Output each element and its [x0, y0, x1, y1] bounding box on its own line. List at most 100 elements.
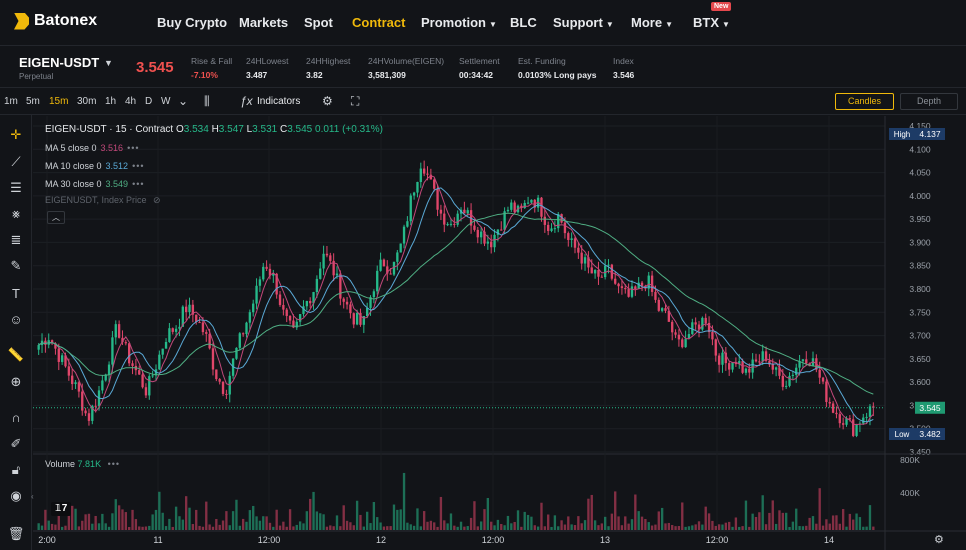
volume-bar [610, 513, 614, 530]
indicators-icon[interactable]: ƒx [240, 94, 253, 108]
emoji-icon[interactable]: ☺ [7, 311, 25, 329]
nav-item-blc[interactable]: BLC [510, 15, 537, 30]
last-price: 3.545 [136, 59, 174, 76]
text-icon[interactable]: T [7, 285, 25, 303]
fullscreen-icon[interactable]: ⛶ [351, 94, 359, 109]
chevron-down-icon[interactable]: ▼ [104, 58, 113, 68]
candle-body [630, 286, 634, 297]
volume-bar [419, 526, 422, 530]
stat-2: 24HHighest 3.82 [306, 56, 350, 80]
nav-item-contract[interactable]: Contract [352, 15, 405, 30]
brand-mark-icon [14, 12, 29, 30]
candle-type-icon[interactable]: ⫼ [204, 94, 210, 109]
fib-icon[interactable]: ≣ [7, 231, 25, 249]
candle-body [660, 308, 664, 311]
candle-body [443, 213, 446, 225]
low-badge-value: 3.482 [919, 429, 941, 439]
ma-legend-1[interactable]: MA 10 close 0 3.512 ••• [45, 161, 145, 171]
timeframe-15m[interactable]: 15m [49, 96, 68, 107]
volume-bar [741, 526, 744, 530]
timeframe-W[interactable]: W [161, 96, 170, 107]
gear-icon[interactable]: ⚙ [322, 94, 333, 108]
close-value: C3.545 [279, 124, 313, 135]
price-chart[interactable]: 4.150 4.100 4.050 4.000 3.950 3.900 3.850 3.800… [33, 116, 966, 550]
brush-icon[interactable]: ✎ [7, 257, 25, 275]
eye-off-icon[interactable]: ⊘ [153, 195, 161, 205]
candle-body [510, 202, 513, 210]
volume-bar [845, 526, 848, 530]
volume-bar [255, 516, 258, 530]
volume-bar [379, 522, 382, 530]
crosshair-icon[interactable]: ✛ [7, 126, 25, 144]
volume-bar [87, 513, 91, 530]
candle-body [835, 412, 838, 415]
volume-bar [376, 517, 379, 530]
nav-item-buy-crypto[interactable]: Buy Crypto [157, 15, 227, 30]
volume-bar [225, 511, 228, 530]
stat-value: -7.10% [191, 70, 218, 80]
volume-bar [81, 520, 84, 530]
candles-button[interactable]: Candles [835, 93, 894, 110]
nav-item-spot[interactable]: Spot [304, 15, 333, 30]
lock-icon[interactable]: 🔓︎ [7, 461, 25, 479]
volume-bar [295, 524, 298, 530]
volume-bar [278, 525, 282, 530]
brand-logo[interactable]: Batonex [14, 12, 97, 30]
indicators-button[interactable]: Indicators [257, 96, 300, 107]
current-price-badge-value: 3.545 [919, 403, 941, 413]
volume-bar [161, 512, 164, 530]
volume-bar [389, 526, 392, 530]
volume-bar [305, 511, 309, 530]
ma-legend-0[interactable]: MA 5 close 0 3.516 ••• [45, 143, 140, 153]
timeframe-4h[interactable]: 4h [125, 96, 136, 107]
timeframe-1m[interactable]: 1m [4, 96, 18, 107]
candle-body [372, 291, 376, 298]
volume-bar [647, 522, 650, 530]
timeframe-30m[interactable]: 30m [77, 96, 96, 107]
volume-bar [744, 500, 748, 530]
candle-body [164, 342, 168, 349]
candle-body [657, 299, 660, 311]
nav-item-support[interactable]: Support ▼ [553, 15, 614, 30]
candle-body [282, 304, 285, 310]
nav-item-more[interactable]: More ▼ [631, 15, 673, 30]
horizontal-lines-icon[interactable]: ☰ [7, 179, 25, 197]
volume-bar [463, 526, 466, 530]
nav-item-markets[interactable]: Markets [239, 15, 288, 30]
collapse-legend-button[interactable]: ︿ [47, 211, 65, 224]
volume-tick-label: 400K [900, 488, 920, 498]
volume-bar [184, 496, 188, 530]
depth-button[interactable]: Depth [900, 93, 958, 110]
candle-body [71, 375, 74, 385]
magnet-icon[interactable]: ∩ [7, 409, 25, 427]
volume-bar [714, 525, 717, 530]
ruler-icon[interactable]: 📏 [7, 346, 25, 364]
volume-bar [268, 522, 272, 530]
high-badge-value: 4.137 [919, 129, 941, 139]
ma-legend-2[interactable]: MA 30 close 0 3.549 ••• [45, 179, 145, 189]
symbol-name[interactable]: EIGEN-USDT [19, 55, 99, 70]
nav-item-btx[interactable]: BTX ▼ [693, 15, 730, 30]
volume-bar [788, 526, 791, 530]
candle-body [717, 355, 721, 365]
volume-bar [600, 523, 603, 530]
volume-bar [409, 524, 412, 530]
chart-canvas[interactable]: 4.1504.1004.0504.0003.9503.9003.8503.800… [33, 116, 966, 550]
volume-bar [734, 517, 738, 530]
lock-drawing-icon[interactable]: ✐ [7, 435, 25, 453]
timeframe-1h[interactable]: 1h [105, 96, 116, 107]
stat-value: 3.546 [613, 70, 635, 80]
chart-settings-icon[interactable]: ⚙ [934, 533, 944, 546]
trash-icon[interactable]: 🗑︎ [7, 525, 25, 543]
volume-bar [154, 509, 158, 530]
trend-line-icon[interactable]: ⟋ [7, 153, 25, 171]
eye-icon[interactable]: ◉ [7, 487, 25, 505]
zoom-in-icon[interactable]: ⊕ [7, 373, 25, 391]
chevron-down-icon[interactable]: ⌄ [178, 94, 188, 108]
nav-item-promotion[interactable]: Promotion ▼ [421, 15, 497, 30]
timeframe-D[interactable]: D [145, 96, 152, 107]
pattern-icon[interactable]: ⨳ [7, 205, 25, 223]
timeframe-5m[interactable]: 5m [26, 96, 40, 107]
candle-body [597, 269, 600, 277]
candle-body [305, 300, 309, 307]
